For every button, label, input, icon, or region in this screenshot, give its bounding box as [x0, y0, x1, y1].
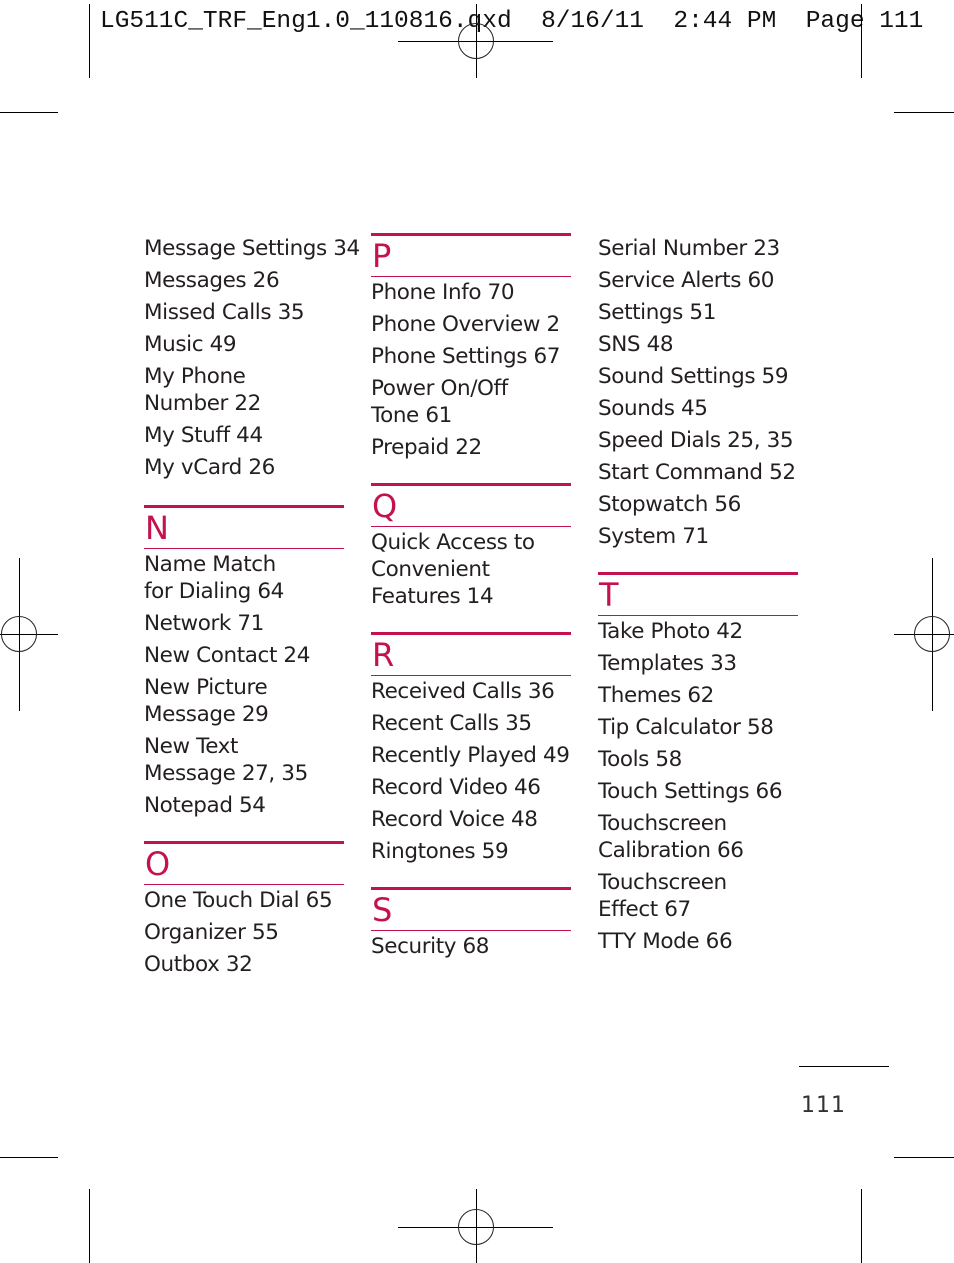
index-section-r: R Received Calls 36 Recent Calls 35 Rece… [371, 632, 571, 865]
index-entry: Name Match for Dialing 64 [144, 552, 284, 604]
crop-mark [89, 1189, 90, 1263]
index-entry: Settings 51 [598, 300, 716, 325]
index-entry: Security 68 [371, 934, 490, 959]
crop-mark [861, 1189, 862, 1263]
index-column-3: Serial Number 23 Service Alerts 60 Setti… [598, 235, 798, 960]
index-entry: Service Alerts 60 [598, 268, 775, 293]
page-number: 111 [801, 1093, 846, 1118]
index-entry: Touch Settings 66 [598, 779, 783, 804]
index-entry: Messages 26 [144, 268, 280, 293]
index-entry: Sound Settings 59 [598, 364, 789, 389]
index-entry: Prepaid 22 [371, 435, 482, 460]
section-rule-bottom [598, 615, 798, 616]
index-entry: New Picture Message 29 [144, 675, 269, 727]
index-section-o: O One Touch Dial 65 Organizer 55 Outbox … [144, 841, 344, 978]
index-column-1: Message Settings 34 Messages 26 Missed C… [144, 235, 360, 983]
index-entry: Recent Calls 35 [371, 711, 532, 736]
index-entry: Phone Settings 67 [371, 344, 561, 369]
section-letter: Q [372, 487, 398, 525]
index-entry: Quick Access to Convenient Features 14 [371, 530, 535, 609]
index-entry: Themes 62 [598, 683, 714, 708]
index-section-q: Q Quick Access to Convenient Features 14 [371, 483, 571, 610]
index-entry: SNS 48 [598, 332, 674, 357]
index-entry: Organizer 55 [144, 920, 279, 945]
registration-mark-circle [914, 616, 950, 652]
crop-mark [894, 1157, 954, 1158]
index-entry: My Phone Number 22 [144, 364, 261, 416]
index-entry: Speed Dials 25, 35 [598, 428, 794, 453]
section-rule-bottom [371, 526, 571, 527]
section-rule-bottom [144, 884, 344, 885]
section-rule-bottom [371, 675, 571, 676]
index-entry: Touchscreen Effect 67 [598, 870, 727, 922]
index-entry: My Stuff 44 [144, 423, 263, 448]
index-entry: Stopwatch 56 [598, 492, 741, 517]
folio-rule [799, 1066, 889, 1067]
continuation-list: Message Settings 34 Messages 26 Missed C… [144, 235, 360, 481]
index-entry: Recently Played 49 [371, 743, 570, 768]
index-entry: Touchscreen Calibration 66 [598, 811, 744, 863]
crop-mark [861, 4, 862, 78]
section-letter: S [372, 891, 393, 929]
index-entry: TTY Mode 66 [598, 929, 733, 954]
index-section-t: T Take Photo 42 Templates 33 Themes 62 T… [598, 572, 798, 955]
crop-mark [89, 4, 90, 78]
registration-mark-circle [1, 616, 37, 652]
index-entry: Power On/Off Tone 61 [371, 376, 508, 428]
index-entry: Network 71 [144, 611, 264, 636]
index-entry: Tip Calculator 58 [598, 715, 774, 740]
index-entry: System 71 [598, 524, 709, 549]
continuation-list: Serial Number 23 Service Alerts 60 Setti… [598, 235, 798, 550]
index-entry: Phone Overview 2 [371, 312, 560, 337]
index-entry: Outbox 32 [144, 952, 253, 977]
index-entry: Take Photo 42 [598, 619, 743, 644]
index-entry: Received Calls 36 [371, 679, 555, 704]
index-entry: Start Command 52 [598, 460, 796, 485]
index-entry: Phone Info 70 [371, 280, 515, 305]
index-entry: Tools 58 [598, 747, 682, 772]
index-section-n: N Name Match for Dialing 64 Network 71 N… [144, 505, 344, 819]
index-entry: My vCard 26 [144, 455, 275, 480]
section-letter: N [145, 509, 169, 547]
index-entry: Ringtones 59 [371, 839, 509, 864]
printer-slug-line: LG511C_TRF_Eng1.0_110816.qxd 8/16/11 2:4… [100, 8, 924, 35]
section-letter: R [372, 636, 395, 674]
registration-mark-circle [458, 23, 494, 59]
section-rule-bottom [144, 548, 344, 549]
crop-mark [0, 112, 58, 113]
index-entry: Missed Calls 35 [144, 300, 305, 325]
index-entry: Templates 33 [598, 651, 737, 676]
index-entry: Notepad 54 [144, 793, 266, 818]
section-rule-bottom [371, 276, 571, 277]
index-entry: New Contact 24 [144, 643, 310, 668]
crop-mark [894, 112, 954, 113]
index-column-2: P Phone Info 70 Phone Overview 2 Phone S… [371, 233, 571, 965]
section-letter: T [599, 576, 619, 614]
index-section-p: P Phone Info 70 Phone Overview 2 Phone S… [371, 233, 571, 461]
index-entry: Record Voice 48 [371, 807, 538, 832]
section-rule-bottom [371, 930, 571, 931]
index-section-s: S Security 68 [371, 887, 571, 960]
index-entry: Message Settings 34 [144, 236, 360, 261]
index-entry: One Touch Dial 65 [144, 888, 333, 913]
crop-mark [0, 1157, 58, 1158]
section-letter: P [372, 237, 392, 275]
index-entry: Serial Number 23 [598, 236, 780, 261]
index-entry: Sounds 45 [598, 396, 708, 421]
section-letter: O [145, 845, 171, 883]
index-entry: Record Video 46 [371, 775, 541, 800]
index-entry: New Text Message 27, 35 [144, 734, 308, 786]
index-entry: Music 49 [144, 332, 237, 357]
registration-mark-circle [458, 1209, 494, 1245]
